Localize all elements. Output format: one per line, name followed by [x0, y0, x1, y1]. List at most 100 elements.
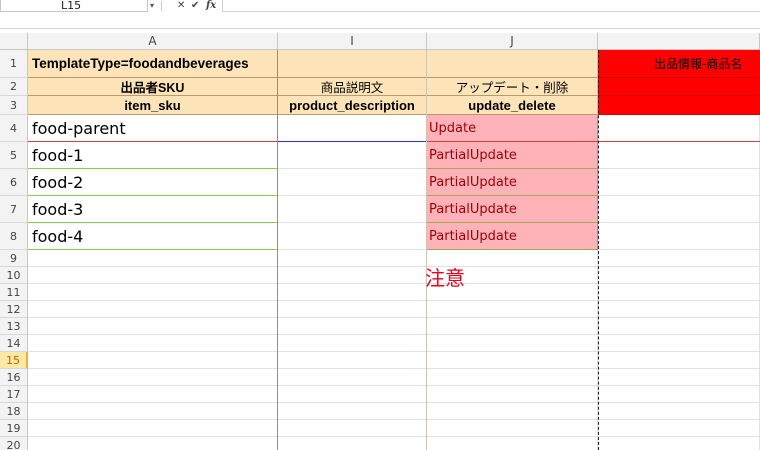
cell-i17[interactable] — [278, 386, 427, 403]
row-header-17[interactable]: 17 — [0, 386, 28, 403]
cell-k18[interactable] — [598, 403, 760, 420]
cell-i14[interactable] — [278, 335, 427, 352]
row-header-19[interactable]: 19 — [0, 420, 28, 437]
cell-i19[interactable] — [278, 420, 427, 437]
cell-i13[interactable] — [278, 318, 427, 335]
cell-i11[interactable] — [278, 284, 427, 301]
cell-i5-description[interactable] — [278, 142, 427, 169]
cell-k10[interactable] — [598, 267, 760, 284]
cell-a12[interactable] — [28, 301, 278, 318]
cell-a20[interactable] — [28, 437, 278, 450]
cell-i15[interactable] — [278, 352, 427, 369]
cell-a2-label-jp[interactable]: 出品者SKU — [28, 78, 278, 96]
row-header-11[interactable]: 11 — [0, 284, 28, 301]
row-header-14[interactable]: 14 — [0, 335, 28, 352]
cell-k19[interactable] — [598, 420, 760, 437]
cell-k1-banner[interactable]: 出品情報-商品名 — [598, 50, 760, 78]
cell-j12[interactable] — [427, 301, 598, 318]
cell-i2-label-jp[interactable]: 商品説明文 — [278, 78, 427, 96]
cell-i12[interactable] — [278, 301, 427, 318]
worksheet-grid[interactable]: A I J 1 2 3 4 5 6 7 8 9 10 11 12 13 14 15 16 17 18 19 20 Te… — [0, 0, 760, 450]
cell-a16[interactable] — [28, 369, 278, 386]
row-header-16[interactable]: 16 — [0, 369, 28, 386]
row-header-10[interactable]: 10 — [0, 267, 28, 284]
row-header-15[interactable]: 15 — [0, 352, 28, 369]
cell-a13[interactable] — [28, 318, 278, 335]
column-header-i[interactable]: I — [278, 33, 427, 50]
row-header-5[interactable]: 5 — [0, 142, 28, 169]
cell-a8-sku[interactable]: food-4 — [28, 223, 278, 250]
cell-i6-description[interactable] — [278, 169, 427, 196]
cell-j13[interactable] — [427, 318, 598, 335]
cell-k16[interactable] — [598, 369, 760, 386]
cell-k9[interactable] — [598, 250, 760, 267]
row-header-9[interactable]: 9 — [0, 250, 28, 267]
cell-a9[interactable] — [28, 250, 278, 267]
cell-j7-update[interactable]: PartialUpdate — [427, 196, 598, 223]
cell-i3-label-en[interactable]: product_description — [278, 96, 427, 115]
cell-j2-label-jp[interactable]: アップデート・削除 — [427, 78, 598, 96]
cell-k17[interactable] — [598, 386, 760, 403]
cell-j19[interactable] — [427, 420, 598, 437]
cell-a19[interactable] — [28, 420, 278, 437]
cell-a17[interactable] — [28, 386, 278, 403]
cell-a7-sku[interactable]: food-3 — [28, 196, 278, 223]
cell-k20[interactable] — [598, 437, 760, 450]
cell-k2[interactable] — [598, 78, 760, 96]
cell-i1[interactable] — [278, 50, 427, 78]
cell-j5-update[interactable]: PartialUpdate — [427, 142, 598, 169]
cell-k7[interactable] — [598, 196, 760, 223]
cell-i4-description[interactable] — [278, 115, 427, 142]
cell-k4[interactable] — [598, 115, 760, 142]
row-header-6[interactable]: 6 — [0, 169, 28, 196]
cell-k5[interactable] — [598, 142, 760, 169]
cell-k14[interactable] — [598, 335, 760, 352]
cell-i8-description[interactable] — [278, 223, 427, 250]
cell-a6-sku[interactable]: food-2 — [28, 169, 278, 196]
row-header-7[interactable]: 7 — [0, 196, 28, 223]
row-header-1[interactable]: 1 — [0, 50, 28, 78]
column-header-a[interactable]: A — [28, 33, 278, 50]
cell-j1[interactable] — [427, 50, 598, 78]
cell-i16[interactable] — [278, 369, 427, 386]
cell-i20[interactable] — [278, 437, 427, 450]
cell-a11[interactable] — [28, 284, 278, 301]
cell-k11[interactable] — [598, 284, 760, 301]
cell-k13[interactable] — [598, 318, 760, 335]
cell-a15[interactable] — [28, 352, 278, 369]
cell-i10[interactable] — [278, 267, 427, 284]
cell-i7-description[interactable] — [278, 196, 427, 223]
cell-j14[interactable] — [427, 335, 598, 352]
row-header-3[interactable]: 3 — [0, 96, 28, 115]
row-header-2[interactable]: 2 — [0, 78, 28, 96]
row-header-8[interactable]: 8 — [0, 223, 28, 250]
row-header-20[interactable]: 20 — [0, 437, 28, 450]
cell-a18[interactable] — [28, 403, 278, 420]
cell-a4-sku[interactable]: food-parent — [28, 115, 278, 142]
cell-k8[interactable] — [598, 223, 760, 250]
cell-i9[interactable] — [278, 250, 427, 267]
cell-k12[interactable] — [598, 301, 760, 318]
cell-j17[interactable] — [427, 386, 598, 403]
cell-a3-label-en[interactable]: item_sku — [28, 96, 278, 115]
cell-a1-template-type[interactable]: TemplateType=foodandbeverages — [28, 50, 278, 78]
column-header-j[interactable]: J — [427, 33, 598, 50]
cell-i18[interactable] — [278, 403, 427, 420]
row-header-18[interactable]: 18 — [0, 403, 28, 420]
cell-j3-label-en[interactable]: update_delete — [427, 96, 598, 115]
cell-j18[interactable] — [427, 403, 598, 420]
cell-k6[interactable] — [598, 169, 760, 196]
cell-j8-update[interactable]: PartialUpdate — [427, 223, 598, 250]
cell-j4-update[interactable]: Update — [427, 115, 598, 142]
row-header-13[interactable]: 13 — [0, 318, 28, 335]
cell-j20[interactable] — [427, 437, 598, 450]
cell-j15[interactable] — [427, 352, 598, 369]
select-all-corner[interactable] — [0, 33, 28, 50]
cell-k15[interactable] — [598, 352, 760, 369]
row-header-4[interactable]: 4 — [0, 115, 28, 142]
cell-a10[interactable] — [28, 267, 278, 284]
column-header-k[interactable] — [598, 33, 760, 50]
row-header-12[interactable]: 12 — [0, 301, 28, 318]
cell-j16[interactable] — [427, 369, 598, 386]
cell-k3[interactable] — [598, 96, 760, 115]
